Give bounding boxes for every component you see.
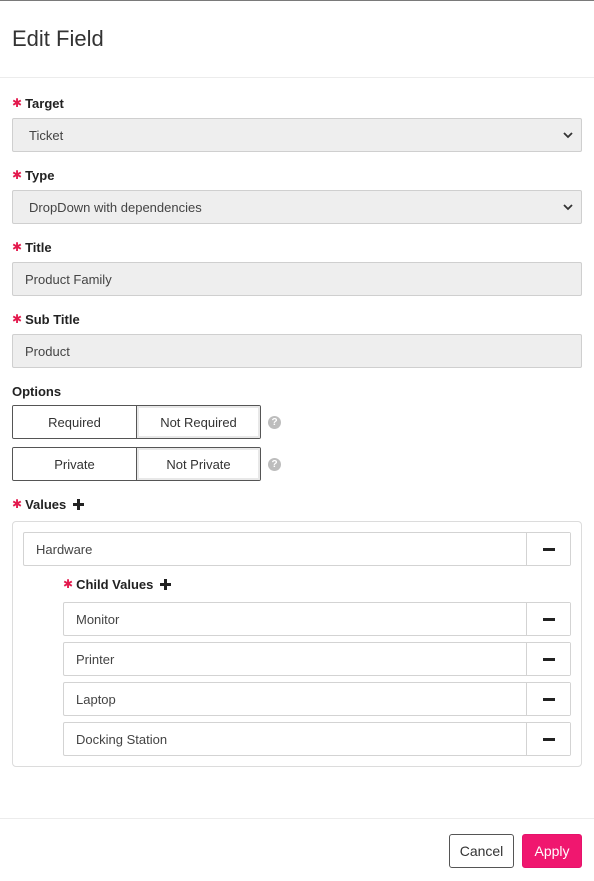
not-required-option[interactable]: Not Required — [137, 406, 260, 438]
values-label-text: Values — [25, 496, 67, 512]
child-value-input[interactable]: Laptop — [64, 683, 527, 715]
child-values-section: ✱ Child Values Monitor Printer Laptop Do… — [23, 575, 571, 756]
title-input[interactable]: Product Family — [12, 262, 582, 296]
target-select-value: Ticket — [29, 127, 64, 143]
remove-child-button[interactable] — [527, 643, 570, 675]
type-field: ✱ Type DropDown with dependencies — [12, 166, 582, 224]
type-select[interactable]: DropDown with dependencies — [12, 190, 582, 224]
plus-icon[interactable] — [73, 498, 85, 510]
child-value-row: Monitor — [63, 602, 571, 636]
required-mark-icon: ✱ — [12, 497, 23, 511]
title-label: ✱ Title — [12, 238, 582, 256]
child-value-input[interactable]: Printer — [64, 643, 527, 675]
child-value-row: Printer — [63, 642, 571, 676]
required-toggle: Required Not Required — [12, 405, 261, 439]
required-mark-icon: ✱ — [12, 240, 23, 254]
minus-icon — [542, 697, 555, 701]
target-select[interactable]: Ticket — [12, 118, 582, 152]
private-toggle-row: Private Not Private ? — [12, 447, 582, 481]
help-icon[interactable]: ? — [268, 415, 281, 429]
private-toggle: Private Not Private — [12, 447, 261, 481]
values-label: ✱ Values — [12, 495, 582, 513]
required-mark-icon: ✱ — [63, 577, 74, 591]
target-label-text: Target — [25, 95, 64, 111]
dialog-body: ✱ Target Ticket ✱ Type DropDown with dep… — [0, 78, 594, 767]
minus-icon — [542, 657, 555, 661]
subtitle-field: ✱ Sub Title Product — [12, 310, 582, 368]
minus-icon — [542, 547, 555, 551]
title-input-value: Product Family — [25, 271, 112, 287]
child-value-input[interactable]: Docking Station — [64, 723, 527, 755]
dialog-title: Edit Field — [12, 26, 104, 51]
apply-button[interactable]: Apply — [522, 834, 582, 868]
private-option[interactable]: Private — [13, 448, 137, 480]
required-mark-icon: ✱ — [12, 312, 23, 326]
required-mark-icon: ✱ — [12, 96, 23, 110]
remove-child-button[interactable] — [527, 603, 570, 635]
chevron-down-icon — [563, 132, 573, 139]
target-label: ✱ Target — [12, 94, 582, 112]
title-label-text: Title — [25, 239, 52, 255]
dialog-header: Edit Field — [0, 1, 594, 78]
title-field: ✱ Title Product Family — [12, 238, 582, 296]
child-value-row: Docking Station — [63, 722, 571, 756]
child-value-input[interactable]: Monitor — [64, 603, 527, 635]
target-field: ✱ Target Ticket — [12, 94, 582, 152]
cancel-button[interactable]: Cancel — [449, 834, 514, 868]
chevron-down-icon — [563, 204, 573, 211]
options-label: Options — [12, 382, 582, 400]
help-icon[interactable]: ? — [268, 457, 281, 471]
not-private-option[interactable]: Not Private — [137, 448, 260, 480]
subtitle-input[interactable]: Product — [12, 334, 582, 368]
remove-value-button[interactable] — [527, 533, 570, 565]
type-label-text: Type — [25, 167, 55, 183]
type-label: ✱ Type — [12, 166, 582, 184]
value-input[interactable]: Hardware — [24, 533, 527, 565]
value-row: Hardware — [23, 532, 571, 566]
remove-child-button[interactable] — [527, 723, 570, 755]
subtitle-label-text: Sub Title — [25, 311, 80, 327]
child-values-label-text: Child Values — [76, 576, 154, 592]
required-toggle-row: Required Not Required ? — [12, 405, 582, 439]
options-label-text: Options — [12, 383, 62, 399]
plus-icon[interactable] — [160, 578, 172, 590]
remove-child-button[interactable] — [527, 683, 570, 715]
minus-icon — [542, 617, 555, 621]
values-container: Hardware ✱ Child Values Monitor Printer … — [12, 521, 582, 767]
required-option[interactable]: Required — [13, 406, 137, 438]
type-select-value: DropDown with dependencies — [29, 199, 202, 215]
edit-field-dialog: Edit Field ✱ Target Ticket ✱ Type DropDo — [0, 0, 594, 881]
minus-icon — [542, 737, 555, 741]
subtitle-input-value: Product — [25, 343, 70, 359]
child-values-label: ✱ Child Values — [63, 575, 571, 593]
subtitle-label: ✱ Sub Title — [12, 310, 582, 328]
dialog-footer: Cancel Apply — [0, 818, 594, 881]
child-value-row: Laptop — [63, 682, 571, 716]
required-mark-icon: ✱ — [12, 168, 23, 182]
